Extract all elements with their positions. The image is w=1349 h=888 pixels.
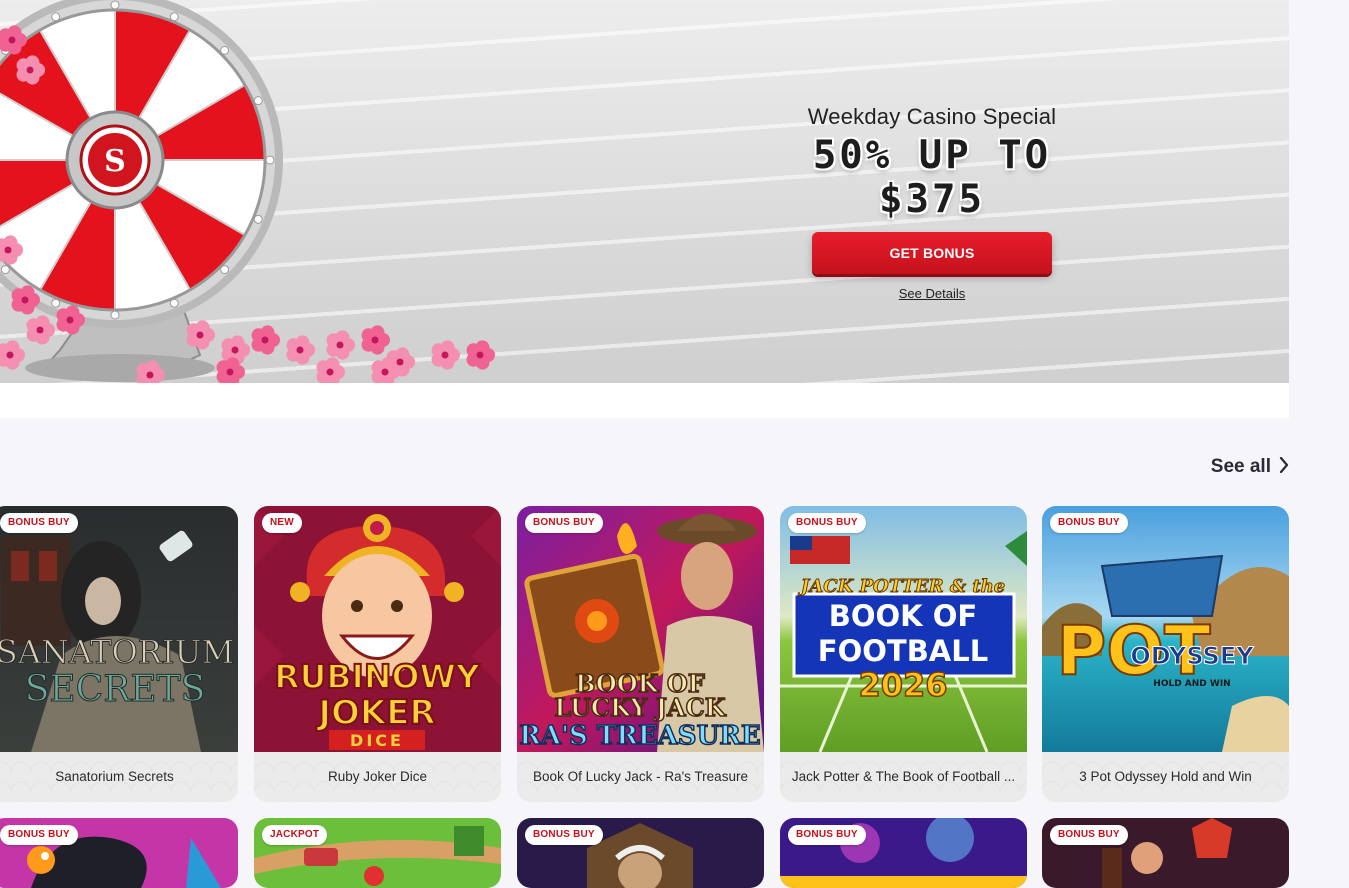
wheel-bulb <box>51 298 61 308</box>
blossom <box>431 340 460 370</box>
status-badge: BONUS BUY <box>0 513 78 533</box>
game-title: Book Of Lucky Jack - Ra's Treasure <box>517 752 764 802</box>
chevron-right-icon <box>1279 456 1289 478</box>
art-title-line: ODYSSEY <box>1130 642 1254 670</box>
game-thumbnail: RUBINOWY JOKER DICE <box>254 506 501 752</box>
blossom <box>186 320 215 350</box>
game-card-jack-potter-book-of-football[interactable]: JACK POTTER & the BOOK OF FOOTBALL 2026 … <box>780 506 1027 802</box>
wheel-bulb <box>110 0 120 10</box>
game-card[interactable]: BONUS BUY <box>1042 818 1289 888</box>
wheel-bulb <box>169 298 179 308</box>
see-all-label: See all <box>1210 456 1271 477</box>
game-title: Sanatorium Secrets <box>0 752 238 802</box>
status-badge: JACKPOT <box>262 825 328 845</box>
game-thumbnail: 3 POT ODYSSEY HOLD AND WIN <box>1042 506 1289 752</box>
wheel-bulb <box>110 310 120 320</box>
game-thumbnail: SANATORIUM SECRETS <box>0 506 238 752</box>
status-badge: BONUS BUY <box>525 513 603 533</box>
art-title-line: JOKER <box>316 693 435 733</box>
get-bonus-button[interactable]: GET BONUS <box>812 232 1052 274</box>
game-title: Ruby Joker Dice <box>254 752 501 802</box>
status-badge: BONUS BUY <box>788 825 866 845</box>
game-card[interactable]: BONUS BUY <box>780 818 1027 888</box>
status-badge: BONUS BUY <box>0 825 78 845</box>
blossom <box>466 340 495 370</box>
game-card[interactable]: BONUS BUY <box>0 818 238 888</box>
blossom <box>251 325 280 355</box>
promo-banner: S Weekday Casino Special 50% UP TO $375 … <box>0 0 1289 383</box>
status-badge: BONUS BUY <box>1050 825 1128 845</box>
prize-wheel-illustration: S <box>0 0 495 383</box>
art-title-line: SECRETS <box>25 669 206 710</box>
blossom <box>316 357 345 383</box>
wheel-bulb <box>0 265 10 275</box>
art-title-line: 2026 <box>858 666 947 704</box>
wheel-bulb <box>51 12 61 22</box>
status-badge: BONUS BUY <box>788 513 866 533</box>
game-thumbnail: BOOK OF LUCKY JACK RA'S TREASURE <box>517 506 764 752</box>
status-badge: BONUS BUY <box>1050 513 1128 533</box>
wheel-bulb <box>220 45 230 55</box>
art-title-line: JACK POTTER & the <box>798 576 1005 597</box>
game-card-3-pot-odyssey[interactable]: 3 POT ODYSSEY HOLD AND WIN BONUS BUY 3 P… <box>1042 506 1289 802</box>
wheel-bulb <box>265 155 275 165</box>
game-title: 3 Pot Odyssey Hold and Win <box>1042 752 1289 802</box>
blossom <box>361 325 390 355</box>
wheel-logo: S <box>104 144 126 179</box>
blossom <box>326 330 355 360</box>
game-card-book-of-lucky-jack[interactable]: BOOK OF LUCKY JACK RA'S TREASURE BONUS B… <box>517 506 764 802</box>
promo-subtitle: Weekday Casino Special <box>807 104 1057 129</box>
see-all-link[interactable]: See all <box>1211 456 1289 478</box>
banner-footer-strip <box>0 383 1289 418</box>
game-title: Jack Potter & The Book of Football ... <box>780 752 1027 802</box>
wheel-bulb <box>220 265 230 275</box>
status-badge: NEW <box>262 513 302 533</box>
blossom <box>0 340 25 370</box>
promo-content: Weekday Casino Special 50% UP TO $375 GE… <box>752 104 1112 303</box>
game-card-ruby-joker-dice[interactable]: RUBINOWY JOKER DICE NEW Ruby Joker Dice <box>254 506 501 802</box>
game-card-sanatorium-secrets[interactable]: SANATORIUM SECRETS BONUS BUY Sanatorium … <box>0 506 238 802</box>
art-title-line: BOOK OF <box>829 599 977 633</box>
wheel-bulb <box>253 214 263 224</box>
blossom <box>26 315 55 345</box>
game-card[interactable]: BONUS BUY <box>517 818 764 888</box>
art-title-line: HOLD AND WIN <box>1153 679 1230 689</box>
art-title-line: RUBINOWY <box>274 657 481 696</box>
wheel-bulb <box>169 12 179 22</box>
wheel-bulb <box>253 96 263 106</box>
see-details-link[interactable]: See Details <box>899 286 965 301</box>
art-title-line: SANATORIUM <box>0 633 234 671</box>
art-title-line: LUCKY JACK <box>554 693 726 722</box>
art-title-line: FOOTBALL <box>818 634 988 668</box>
status-badge: BONUS BUY <box>525 825 603 845</box>
art-title-line: DICE <box>350 731 404 750</box>
art-title-line: RA'S TREASURE <box>519 721 760 751</box>
blossom <box>286 335 315 365</box>
game-thumbnail: JACK POTTER & the BOOK OF FOOTBALL 2026 <box>780 506 1027 752</box>
game-card[interactable]: JACKPOT <box>254 818 501 888</box>
promo-title: 50% UP TO $375 <box>812 133 1052 222</box>
